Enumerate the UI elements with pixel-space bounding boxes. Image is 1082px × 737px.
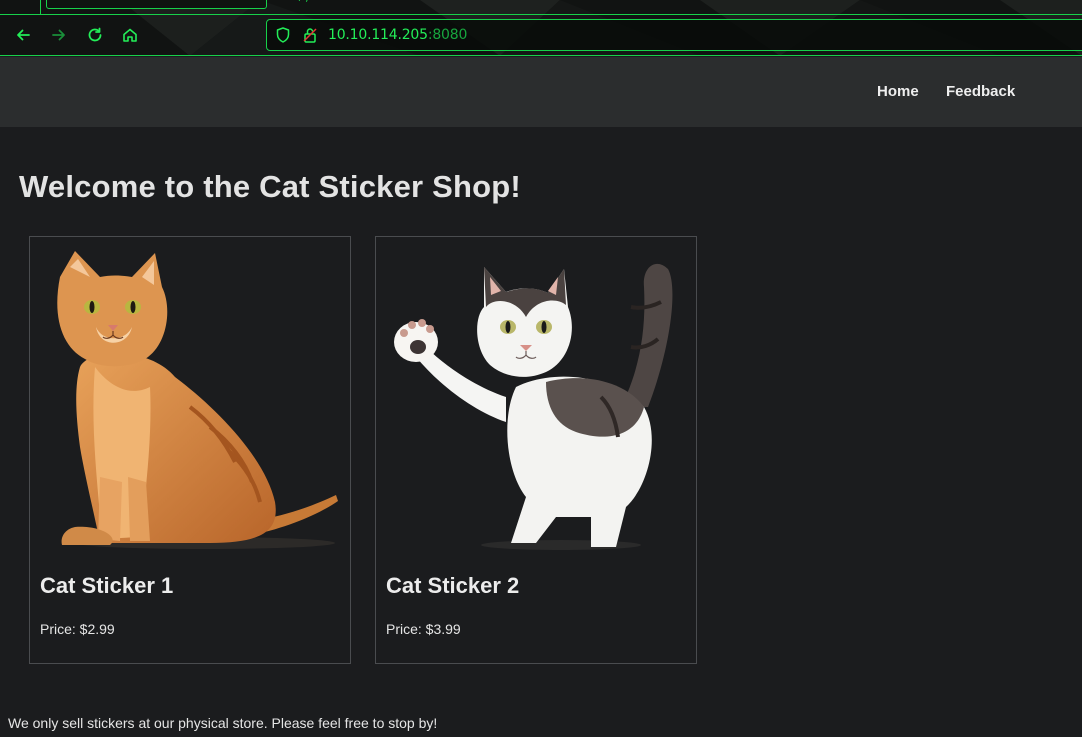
address-bar[interactable]: 10.10.114.205:8080 xyxy=(266,19,1082,51)
reload-icon xyxy=(88,27,102,42)
arrow-left-icon xyxy=(17,29,30,41)
page-title: Welcome to the Cat Sticker Shop! xyxy=(19,169,521,204)
product-title: Cat Sticker 1 xyxy=(40,573,174,598)
product-price: Price: $2.99 xyxy=(40,621,115,637)
shield-icon[interactable] xyxy=(274,26,292,44)
arrow-right-icon xyxy=(52,29,65,41)
url-port: :8080 xyxy=(427,27,468,43)
browser-chrome: r , 10.10.114.205:8080 xyxy=(0,0,1082,56)
product-card: Cat Sticker 2 Price: $3.99 xyxy=(375,236,697,664)
home-button[interactable] xyxy=(118,23,142,47)
product-price: Price: $3.99 xyxy=(386,621,461,637)
tab-divider xyxy=(0,14,1082,15)
forward-button[interactable] xyxy=(47,23,71,47)
active-tab[interactable] xyxy=(46,0,267,9)
tab-separator xyxy=(40,0,41,14)
lock-icon[interactable] xyxy=(301,26,319,44)
orange-cat-image xyxy=(57,251,338,549)
store-notice: We only sell stickers at our physical st… xyxy=(8,715,438,731)
home-icon xyxy=(123,28,137,42)
tab-strip: r , xyxy=(0,0,1082,15)
site-header: Home Feedback xyxy=(0,57,1082,127)
tab-title-fragment[interactable]: r , xyxy=(298,0,308,4)
url-text[interactable]: 10.10.114.205:8080 xyxy=(328,27,467,43)
nav-home-link[interactable]: Home xyxy=(877,83,919,100)
reload-button[interactable] xyxy=(83,23,107,47)
back-button[interactable] xyxy=(11,23,35,47)
nav-feedback-link[interactable]: Feedback xyxy=(946,83,1015,100)
tabby-white-cat-image xyxy=(394,263,673,550)
product-title: Cat Sticker 2 xyxy=(386,573,520,598)
product-card: Cat Sticker 1 Price: $2.99 xyxy=(29,236,351,664)
url-host: 10.10.114.205 xyxy=(328,27,428,43)
